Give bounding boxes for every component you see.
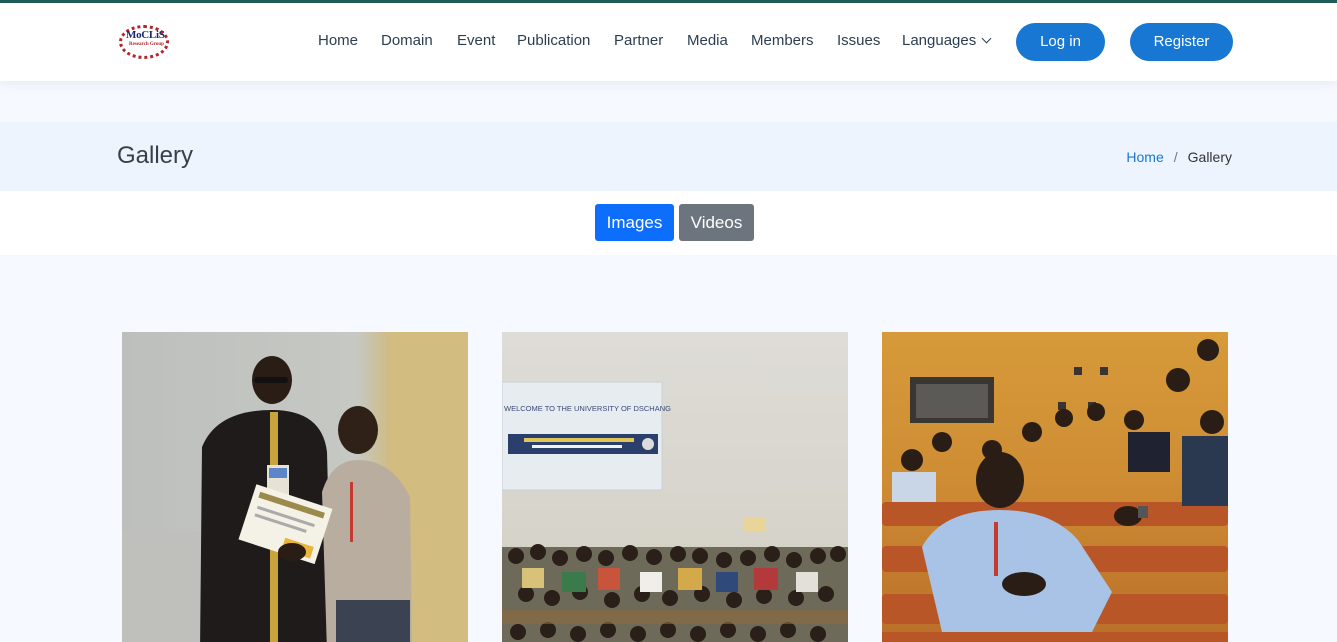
page-title: Gallery	[117, 142, 194, 169]
nav-publication[interactable]: Publication	[517, 32, 590, 49]
breadcrumb-current: Gallery	[1187, 149, 1232, 165]
nav-languages-label: Languages	[902, 32, 977, 49]
gallery-photo[interactable]: WELCOME TO THE UNIVERSITY OF DSCHANG	[502, 332, 848, 642]
photo-certificate-handover	[122, 332, 468, 642]
gallery-photo[interactable]	[882, 332, 1228, 642]
breadcrumb-separator: /	[1173, 149, 1178, 165]
nav-home[interactable]: Home	[318, 32, 358, 49]
media-tabs: Images Videos	[0, 191, 1337, 255]
photo-lecture-hall	[882, 339, 1228, 642]
tab-images[interactable]: Images	[595, 204, 674, 241]
breadcrumb-home[interactable]: Home	[1126, 149, 1163, 165]
nav-languages[interactable]: Languages	[902, 32, 992, 49]
nav-event[interactable]: Event	[457, 32, 495, 49]
nav-media[interactable]: Media	[687, 32, 728, 49]
logo-text: MoCLiS	[126, 29, 165, 41]
site-header: MoCLiS Research Group Home Domain Event …	[0, 3, 1337, 81]
nav-issues[interactable]: Issues	[837, 32, 880, 49]
nav-domain[interactable]: Domain	[381, 32, 433, 49]
logo-subtext: Research Group	[129, 42, 164, 47]
gallery-photo[interactable]	[122, 332, 468, 642]
page-title-band: Gallery Home / Gallery	[0, 122, 1337, 191]
login-button[interactable]: Log in	[1016, 23, 1105, 61]
tab-videos[interactable]: Videos	[679, 204, 754, 241]
register-button[interactable]: Register	[1130, 23, 1233, 61]
breadcrumb: Home / Gallery	[1126, 149, 1232, 165]
photo-group-conference: WELCOME TO THE UNIVERSITY OF DSCHANG	[502, 381, 848, 642]
projector-screen-text: WELCOME TO THE UNIVERSITY OF DSCHANG	[504, 404, 671, 413]
chevron-down-icon	[981, 33, 992, 44]
nav-members[interactable]: Members	[751, 32, 814, 49]
nav-partner[interactable]: Partner	[614, 32, 663, 49]
site-logo[interactable]: MoCLiS Research Group	[117, 23, 177, 63]
